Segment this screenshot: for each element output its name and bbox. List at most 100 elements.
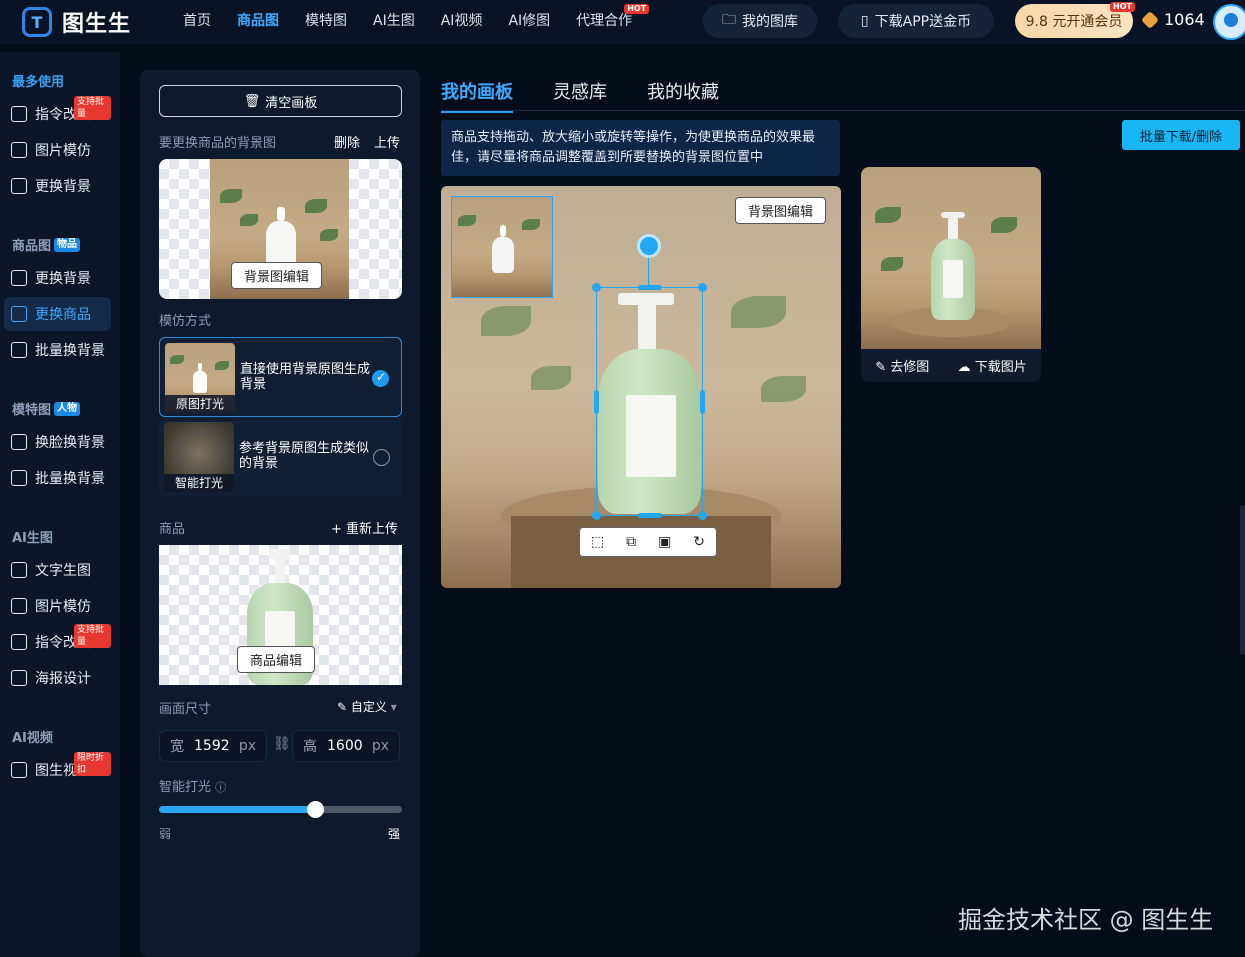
resize-handle-bottom-right[interactable] (698, 511, 707, 520)
height-input[interactable]: 高 1600 px (292, 730, 400, 762)
nav-ai-video[interactable]: AI视频 (428, 0, 496, 44)
section-model-image: 模特图 人物 (12, 399, 81, 418)
product-reupload-button[interactable]: + 重新上传 (331, 518, 398, 537)
nav-partnership[interactable]: 代理合作 HOT (563, 0, 650, 44)
option-smart-lighting[interactable]: 智能打光 参考背景原图生成类似的背景 (159, 417, 402, 497)
sidebar-item-ai-instruction-edit[interactable]: 指令改图 支持批量 (4, 624, 111, 659)
resize-handle-top-left[interactable] (592, 283, 601, 292)
sidebar-item-model-batch-bg[interactable]: 批量换背景 (4, 461, 111, 495)
option-thumbnail: 原图打光 (165, 343, 235, 413)
reset-icon[interactable]: ↻ (693, 534, 705, 550)
selection-box[interactable] (592, 283, 707, 520)
rotate-handle-icon[interactable] (637, 234, 661, 258)
sidebar-item-text-to-image[interactable]: 文字生图 (4, 553, 111, 587)
phone-icon: ▯ (860, 13, 869, 29)
resize-handle-bottom-left[interactable] (592, 511, 601, 520)
section-most-used: 最多使用 (12, 75, 65, 90)
tab-inspiration[interactable]: 灵感库 (553, 78, 607, 113)
edit-icon (11, 106, 27, 122)
editing-canvas[interactable]: 背景图编辑 ⬚ ⧉ ▣ ↻ (441, 186, 841, 588)
help-icon[interactable]: ⓘ (215, 781, 226, 794)
bg-upload-button[interactable]: 上传 (374, 132, 400, 151)
sidebar-item-face-bg-swap[interactable]: 换脸换背景 (4, 425, 111, 459)
batch-download-delete-button[interactable]: 批量下载/删除 (1122, 120, 1240, 150)
poster-icon (11, 670, 27, 686)
coin-icon (1140, 10, 1160, 29)
fit-icon[interactable]: ▣ (658, 534, 671, 550)
product-thumbnail[interactable]: 商品编辑 (159, 545, 402, 685)
flip-icon[interactable]: ⧉ (626, 534, 636, 550)
option-radio-checked[interactable] (372, 370, 389, 387)
tab-my-canvas[interactable]: 我的画板 (441, 78, 513, 113)
sidebar-item-instruction-edit[interactable]: 指令改图 支持批量 (4, 96, 111, 131)
cutout-icon[interactable]: ⬚ (591, 534, 604, 550)
resize-handle-top-right[interactable] (698, 283, 707, 292)
sidebar-item-product-change-bg[interactable]: 更换背景 (4, 261, 111, 295)
option-radio-unchecked[interactable] (373, 449, 390, 466)
option-original-lighting[interactable]: 原图打光 直接使用背景原图生成背景 (159, 337, 402, 417)
lighting-section-title: 智能打光 ⓘ (159, 776, 226, 795)
width-label: 宽 (170, 739, 184, 755)
resize-handle-top[interactable] (638, 285, 662, 290)
bg-delete-button[interactable]: 删除 (334, 132, 360, 151)
tab-favorites[interactable]: 我的收藏 (647, 78, 719, 113)
mimic-section-title: 模仿方式 (159, 314, 212, 329)
clear-canvas-label: 清空画板 (265, 95, 318, 111)
app-name: 图生生 (62, 12, 132, 37)
batch-badge: 支持批量 (74, 624, 111, 648)
sidebar-item-image-to-video[interactable]: 图生视频 限时折扣 (4, 752, 111, 787)
size-custom-dropdown[interactable]: ✎ 自定义 ▾ (337, 698, 397, 715)
nav-ai-image[interactable]: AI生图 (360, 0, 428, 44)
vip-button[interactable]: 9.8 元开通会员 HOT (1015, 2, 1135, 38)
nav-model-image[interactable]: 模特图 (292, 0, 360, 44)
slider-knob[interactable] (306, 801, 324, 818)
download-label: 下载图片 (974, 360, 1027, 375)
retouch-button[interactable]: ✎ 去修图 (875, 356, 929, 375)
section-title: 模特图 (12, 403, 52, 418)
background-thumbnail[interactable]: 背景图编辑 (159, 159, 402, 299)
vip-hot-badge: HOT (1110, 2, 1135, 12)
section-ai-video: AI视频 (12, 731, 53, 746)
retouch-icon: ✎ (875, 360, 887, 375)
height-label: 高 (303, 739, 317, 755)
my-gallery-label: 我的图库 (742, 14, 798, 30)
lighting-slider[interactable] (159, 801, 402, 818)
nav-home[interactable]: 首页 (170, 0, 224, 44)
download-app-button[interactable]: ▯ 下载APP送金币 (838, 4, 994, 38)
product-edit-button[interactable]: 商品编辑 (237, 646, 316, 673)
bg-edit-button[interactable]: 背景图编辑 (231, 262, 323, 289)
download-button[interactable]: ☁ 下载图片 (958, 356, 1027, 375)
nav-ai-retouch[interactable]: AI修图 (495, 0, 563, 44)
sidebar-item-image-mimic[interactable]: 图片模仿 (4, 133, 111, 167)
slider-strong-label: 强 (388, 827, 401, 841)
sidebar-item-batch-change-bg[interactable]: 批量换背景 (4, 333, 111, 367)
size-custom-label: 自定义 (350, 700, 387, 714)
product-toolbar: ⬚ ⧉ ▣ ↻ (579, 527, 717, 557)
resize-handle-bottom[interactable] (638, 513, 662, 518)
sidebar-item-ai-image-mimic[interactable]: 图片模仿 (4, 589, 111, 623)
link-icon[interactable]: ⛓ (273, 736, 291, 752)
lighting-title: 智能打光 (159, 780, 212, 795)
clear-canvas-button[interactable]: 🗑 清空画板 (159, 85, 402, 117)
canvas-bg-edit-button[interactable]: 背景图编辑 (735, 197, 827, 224)
coin-balance[interactable]: 1064 (1140, 10, 1205, 29)
avatar[interactable] (1213, 4, 1245, 40)
width-input[interactable]: 宽 1592 px (159, 730, 267, 762)
sidebar-item-change-product[interactable]: 更换商品 (4, 297, 111, 331)
slider-fill (159, 806, 315, 813)
sidebar-item-label: 换脸换背景 (35, 435, 105, 451)
original-preview[interactable] (451, 196, 553, 298)
scrollbar[interactable] (1240, 505, 1245, 655)
resize-handle-left[interactable] (594, 390, 599, 414)
sidebar-item-label: 文字生图 (35, 563, 91, 579)
my-gallery-button[interactable]: 🗀 我的图库 (703, 4, 817, 38)
result-card[interactable]: ✎ 去修图 ☁ 下载图片 (861, 167, 1041, 382)
section-tag: 物品 (54, 237, 81, 252)
logo[interactable]: T 图生生 (22, 6, 131, 38)
image-mimic-icon (11, 598, 27, 614)
option-text: 直接使用背景原图生成背景 (240, 362, 371, 392)
resize-handle-right[interactable] (700, 390, 705, 414)
nav-product-image[interactable]: 商品图 (224, 0, 292, 44)
sidebar-item-change-bg[interactable]: 更换背景 (4, 169, 111, 203)
sidebar-item-poster-design[interactable]: 海报设计 (4, 661, 111, 695)
